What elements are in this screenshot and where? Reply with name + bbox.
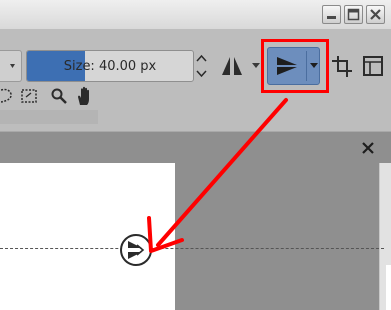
free-select-icon	[1, 88, 12, 103]
close-window-button[interactable]	[366, 5, 385, 24]
zoom-icon	[51, 88, 67, 104]
minimize-button[interactable]	[322, 5, 341, 24]
size-decrease-button[interactable]	[195, 66, 208, 81]
size-increase-button[interactable]	[195, 51, 208, 66]
canvas-resize-icon	[363, 56, 383, 76]
symmetry-axis-line	[0, 248, 384, 249]
spin-up-icon	[196, 54, 207, 62]
adjacent-document-edge	[386, 265, 391, 310]
canvas-size-button[interactable]	[360, 52, 386, 80]
close-view-button[interactable]	[358, 138, 378, 158]
pan-hand-icon	[78, 86, 89, 105]
annotation-highlight-box	[261, 39, 329, 93]
zoom-button[interactable]	[48, 86, 70, 106]
toolbar-strip	[0, 110, 98, 124]
close-icon	[362, 142, 374, 154]
maximize-icon	[347, 8, 360, 21]
chevron-down-icon	[10, 64, 15, 68]
brush-size-slider[interactable]: Size: 40.00 px	[26, 50, 194, 82]
size-label: Size: 40.00 px	[63, 58, 157, 74]
mirror-button[interactable]	[218, 52, 246, 80]
symmetry-axis-handle[interactable]	[120, 234, 152, 266]
minimize-icon	[327, 16, 336, 19]
mirror-horizontal-icon	[222, 57, 242, 75]
preset-dropdown[interactable]	[0, 50, 22, 82]
title-bar	[0, 0, 391, 30]
symmetry-axis-handle-icon	[128, 241, 145, 259]
canvas-document[interactable]	[0, 163, 175, 310]
crop-button[interactable]	[330, 52, 354, 80]
crop-icon	[332, 56, 352, 77]
free-select-button[interactable]	[0, 86, 14, 106]
chevron-down-icon	[252, 63, 260, 68]
rect-select-icon	[21, 89, 37, 103]
spin-down-icon	[196, 70, 207, 78]
close-icon	[370, 9, 381, 20]
rect-select-button[interactable]	[18, 86, 40, 106]
pan-button[interactable]	[74, 85, 96, 107]
maximize-button[interactable]	[344, 5, 363, 24]
document-tab-bar	[0, 132, 391, 163]
